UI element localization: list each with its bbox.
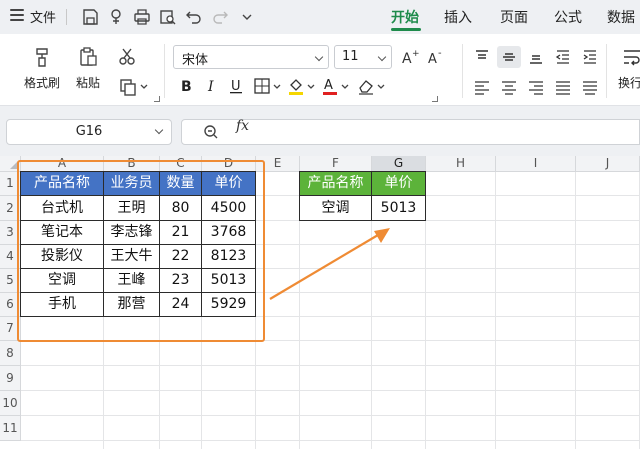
wrap-text-icon: [624, 50, 640, 66]
font-name-value: 宋体: [182, 53, 209, 68]
file-menu[interactable]: 文件: [30, 7, 56, 26]
chevron-down-icon[interactable]: [237, 7, 257, 27]
formula-bar: G16 fx: [0, 106, 640, 156]
formula-input[interactable]: [181, 119, 640, 145]
svg-text:A: A: [402, 51, 412, 67]
print-preview-icon[interactable]: [158, 7, 178, 27]
align-top-icon[interactable]: [472, 47, 492, 67]
svg-text:-: -: [438, 48, 442, 59]
toolbar-separator: [66, 9, 67, 25]
paste-icon: [80, 47, 97, 66]
save-icon[interactable]: [80, 7, 100, 27]
justify-icon[interactable]: [553, 77, 573, 97]
copy-icon[interactable]: [118, 77, 138, 97]
hamburger-menu-icon[interactable]: [10, 9, 24, 23]
ribbon-separator: [606, 44, 607, 98]
chevron-down-icon[interactable]: [376, 76, 386, 96]
clipboard-launcher-icon[interactable]: [154, 96, 160, 102]
paste-button[interactable]: 粘贴: [66, 46, 110, 91]
svg-text:+: +: [412, 49, 420, 59]
chevron-down-icon[interactable]: [306, 76, 316, 96]
align-right-icon[interactable]: [526, 77, 546, 97]
distributed-align-icon[interactable]: [580, 77, 600, 97]
format-painter-label: 格式刷: [23, 76, 60, 90]
active-tab-indicator: [391, 28, 421, 31]
chevron-down-icon[interactable]: [272, 76, 282, 96]
name-box[interactable]: G16: [6, 119, 172, 145]
print-icon[interactable]: [132, 7, 152, 27]
fill-color-icon[interactable]: [286, 76, 306, 96]
wrap-text-label: 换行: [618, 76, 640, 90]
tab-data[interactable]: 数据: [607, 7, 635, 27]
cut-icon[interactable]: [117, 46, 137, 66]
tab-insert[interactable]: 插入: [444, 7, 472, 27]
font-color-icon[interactable]: A: [320, 76, 340, 96]
tab-formulas[interactable]: 公式: [554, 7, 582, 27]
clear-format-icon[interactable]: [356, 76, 376, 96]
spreadsheet-grid[interactable]: ABCDEFGHIJ 1 2 3 4 5 6 7 8 9 10 11 产品名称 业务员 数量 单价 台式机王…: [0, 156, 640, 449]
name-box-value: G16: [75, 124, 103, 139]
title-bar: 文件 开始 插入 页面 公式 数据: [0, 0, 640, 34]
svg-text:I: I: [207, 79, 214, 95]
decrease-indent-icon[interactable]: [553, 47, 573, 67]
format-painter-button[interactable]: 格式刷: [20, 46, 64, 91]
align-bottom-icon[interactable]: [526, 47, 546, 67]
svg-text:A: A: [324, 78, 333, 93]
ribbon-separator: [462, 44, 463, 98]
underline-icon[interactable]: U: [226, 76, 246, 96]
zoom-search-icon[interactable]: [203, 124, 219, 140]
increase-indent-icon[interactable]: [580, 47, 600, 67]
increase-font-size-icon[interactable]: A +: [400, 47, 420, 67]
chevron-down-icon[interactable]: [139, 77, 149, 97]
paste-label: 粘贴: [75, 76, 100, 90]
borders-icon[interactable]: [252, 76, 272, 96]
svg-text:B: B: [181, 79, 192, 95]
chevron-down-icon: [154, 125, 164, 135]
svg-text:A: A: [428, 52, 437, 67]
align-center-icon[interactable]: [499, 77, 519, 97]
chevron-down-icon[interactable]: [340, 76, 350, 96]
align-left-icon[interactable]: [472, 77, 492, 97]
bold-icon[interactable]: B: [176, 76, 196, 96]
ribbon-separator: [164, 44, 165, 98]
chevron-down-icon: [377, 52, 387, 62]
font-size-select[interactable]: 11: [334, 45, 392, 69]
format-painter-icon: [36, 48, 48, 67]
redo-icon[interactable]: [210, 7, 230, 27]
italic-icon[interactable]: I: [202, 76, 222, 96]
tab-page[interactable]: 页面: [500, 7, 528, 27]
font-name-select[interactable]: 宋体: [173, 45, 329, 69]
font-launcher-icon[interactable]: [432, 96, 438, 102]
tab-home[interactable]: 开始: [391, 7, 419, 27]
lookup-arrow-icon: [269, 228, 390, 300]
svg-text:U: U: [231, 79, 241, 94]
share-icon[interactable]: [106, 7, 126, 27]
decrease-font-size-icon[interactable]: A -: [426, 47, 446, 67]
chevron-down-icon: [314, 52, 324, 62]
insert-function-icon[interactable]: fx: [236, 118, 249, 134]
font-size-value: 11: [342, 49, 359, 64]
wrap-text-button[interactable]: 换行: [612, 46, 640, 94]
ribbon-home: 格式刷 粘贴 宋体 11 A + A - B I U A 换行: [0, 34, 640, 106]
undo-icon[interactable]: [184, 7, 204, 27]
align-middle-icon[interactable]: [499, 47, 519, 67]
